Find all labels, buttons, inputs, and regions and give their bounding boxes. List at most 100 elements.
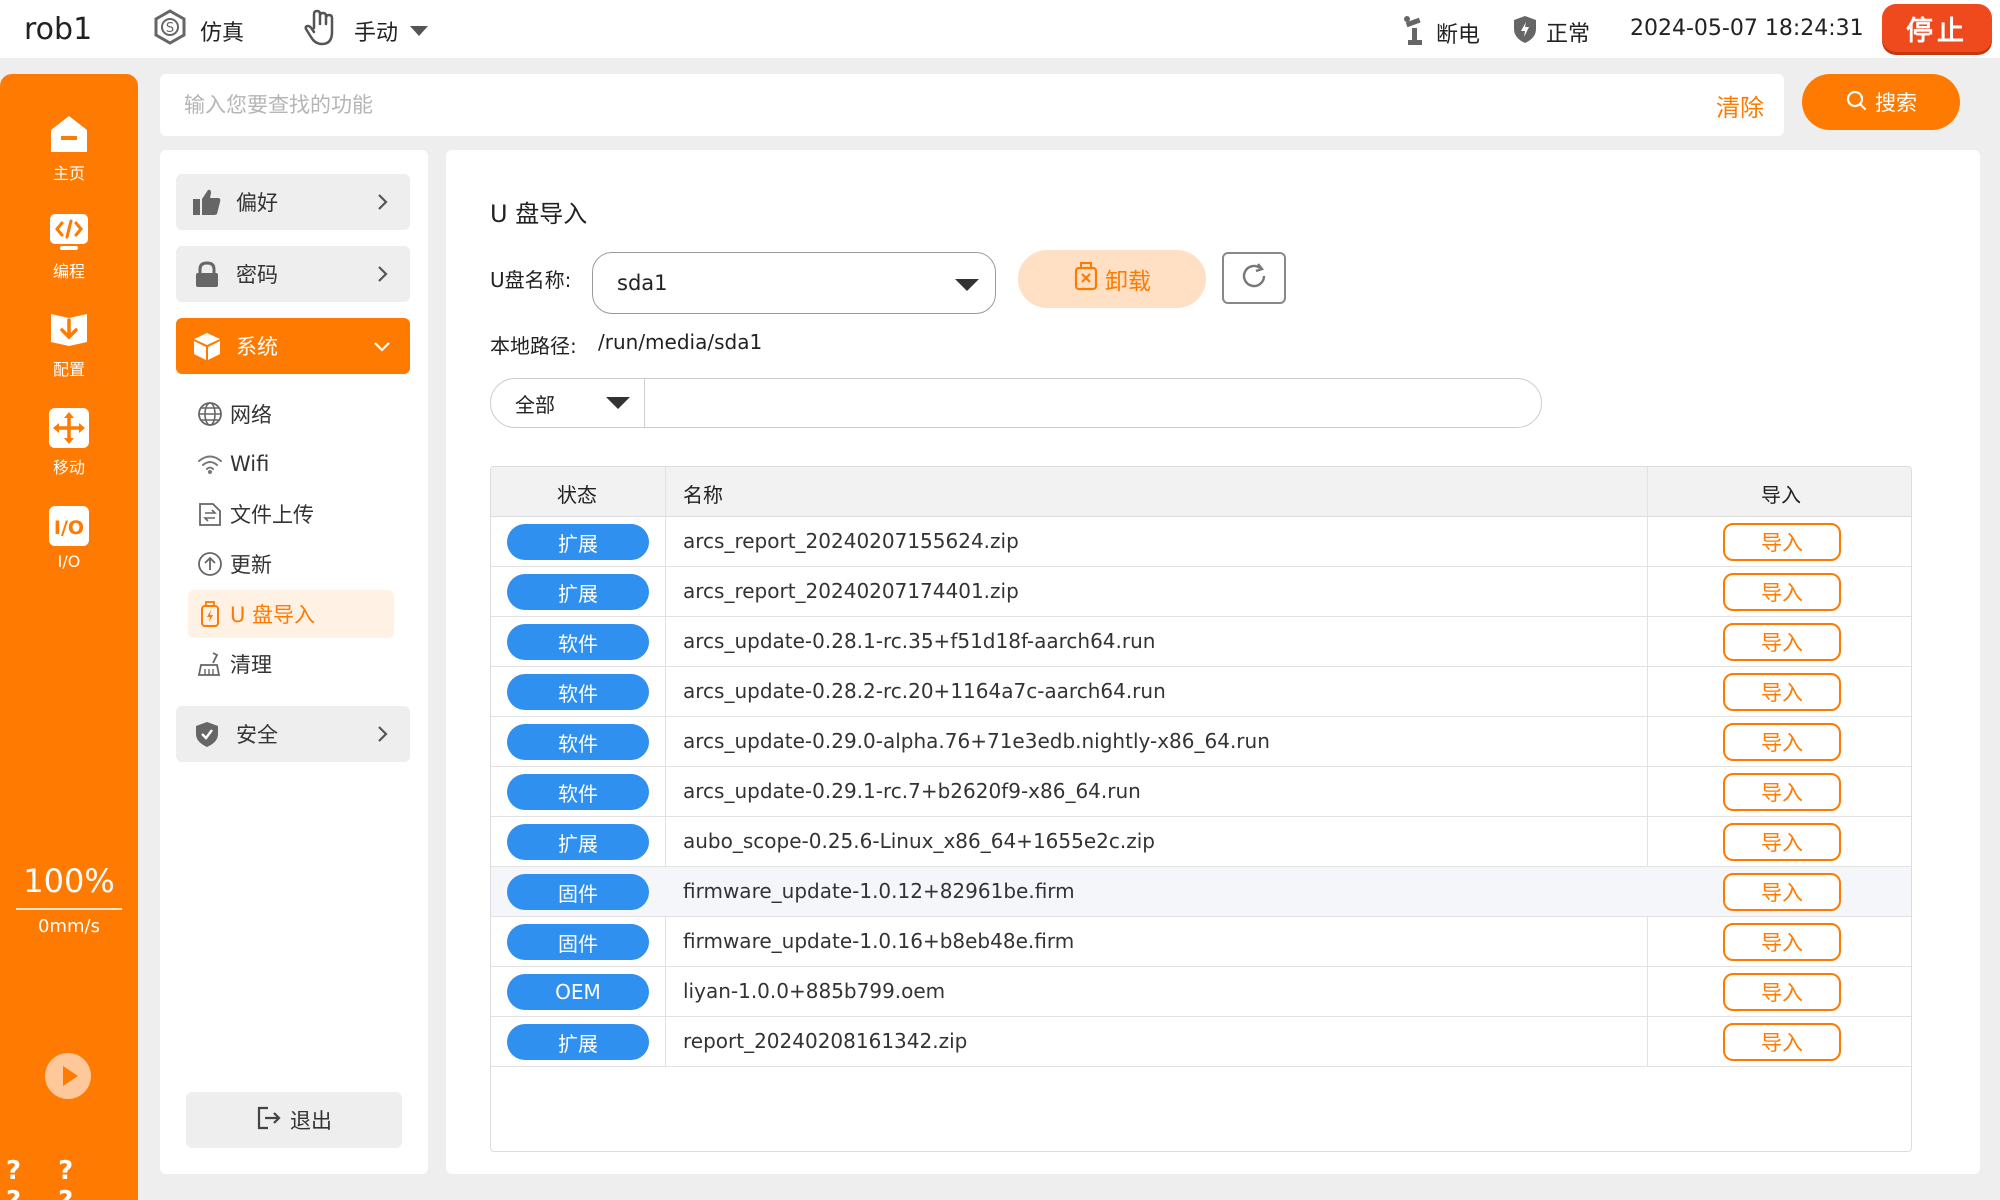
nav-item-programming[interactable]: 编程: [0, 210, 138, 282]
simulation-toggle[interactable]: S 仿真: [150, 8, 244, 54]
sidebar-item-label: 更新: [230, 553, 272, 577]
status-badge: 软件: [507, 624, 649, 660]
datetime: 2024-05-07 18:24:31: [1630, 16, 1864, 41]
file-name: aubo_scope-0.25.6-Linux_x86_64+1655e2c.z…: [683, 829, 1155, 853]
table-row[interactable]: 固件 firmware_update-1.0.16+b8eb48e.firm 导入: [491, 917, 1911, 967]
import-button[interactable]: 导入: [1723, 1023, 1841, 1061]
shield-check-icon: [192, 719, 222, 749]
unmount-button[interactable]: 卸载: [1018, 250, 1206, 308]
file-name: report_20240208161342.zip: [683, 1029, 968, 1053]
mode-dropdown[interactable]: 手动: [300, 6, 430, 56]
menu-category-preference[interactable]: 偏好: [176, 174, 410, 230]
chevron-down-icon: [408, 19, 430, 44]
sidebar-item-update[interactable]: 更新: [188, 540, 394, 588]
sidebar-item-file-upload[interactable]: 文件上传: [188, 490, 394, 538]
sidebar-item-label: 网络: [230, 403, 272, 427]
table-row[interactable]: 扩展 arcs_report_20240207174401.zip 导入: [491, 567, 1911, 617]
file-name: firmware_update-1.0.12+82961be.firm: [683, 879, 1075, 903]
sidebar-item-network[interactable]: 网络: [188, 390, 394, 438]
file-name: arcs_update-0.29.1-rc.7+b2620f9-x86_64.r…: [683, 779, 1141, 803]
nav-item-config[interactable]: 配置: [0, 308, 138, 380]
filter-input[interactable]: [651, 387, 1521, 419]
chevron-down-icon: [606, 397, 630, 409]
usb-device-select[interactable]: sda1: [592, 252, 996, 314]
sidebar-item-label: 清理: [230, 653, 272, 677]
refresh-icon: [1239, 261, 1269, 295]
table-row[interactable]: 软件 arcs_update-0.28.1-rc.35+f51d18f-aarch…: [491, 617, 1911, 667]
import-button[interactable]: 导入: [1723, 923, 1841, 961]
import-button[interactable]: 导入: [1723, 573, 1841, 611]
file-name: arcs_update-0.28.2-rc.20+1164a7c-aarch64…: [683, 679, 1166, 703]
menu-category-password[interactable]: 密码: [176, 246, 410, 302]
power-status-label: 断电: [1436, 23, 1481, 48]
import-button[interactable]: 导入: [1723, 973, 1841, 1011]
file-name: arcs_report_20240207174401.zip: [683, 579, 1019, 603]
logout-label: 退出: [290, 1109, 332, 1133]
nav-label-programming: 编程: [52, 262, 85, 281]
svg-text:S: S: [166, 21, 174, 36]
status-badge: 软件: [507, 674, 649, 710]
search-input[interactable]: [184, 88, 1584, 122]
import-button[interactable]: 导入: [1723, 523, 1841, 561]
usb-import-panel: U 盘导入 U盘名称: sda1 卸载 本地路径: /run/media/sda…: [446, 150, 1980, 1174]
table-row[interactable]: 扩展 report_20240208161342.zip 导入: [491, 1017, 1911, 1067]
menu-category-label: 密码: [236, 263, 278, 287]
chevron-right-icon: [370, 190, 394, 214]
sidebar-item-label: 文件上传: [230, 503, 314, 527]
search-button[interactable]: 搜索: [1802, 74, 1960, 130]
table-row[interactable]: 软件 arcs_update-0.29.1-rc.7+b2620f9-x86_64…: [491, 767, 1911, 817]
config-icon: [47, 308, 91, 352]
chevron-right-icon: [370, 722, 394, 746]
nav-label-config: 配置: [52, 360, 85, 379]
type-filter-select[interactable]: 全部: [491, 379, 645, 427]
nav-label-io: I/O: [57, 552, 81, 571]
nav-item-home[interactable]: 主页: [0, 112, 138, 184]
main-nav: 主页 编程 配置 移动 I/O I/O 100% 0mm/s ? ?: [0, 74, 138, 1200]
import-button[interactable]: 导入: [1723, 723, 1841, 761]
robot-name[interactable]: rob1: [24, 12, 92, 47]
safety-status[interactable]: 正常: [1512, 14, 1590, 50]
table-row[interactable]: 软件 arcs_update-0.29.0-alpha.76+71e3edb.ni…: [491, 717, 1911, 767]
logout-button[interactable]: 退出: [186, 1092, 402, 1148]
menu-category-system[interactable]: 系统: [176, 318, 410, 374]
table-row[interactable]: 软件 arcs_update-0.28.2-rc.20+1164a7c-aarch…: [491, 667, 1911, 717]
settings-menu: 偏好 密码 系统 网络 Wifi 文件上传 更新 U 盘导入 清理 安全 退出: [160, 150, 428, 1174]
nav-label-home: 主页: [52, 164, 85, 183]
play-button[interactable]: [44, 1052, 92, 1100]
chevron-down-icon: [955, 279, 979, 291]
import-button[interactable]: 导入: [1723, 673, 1841, 711]
nav-label-move: 移动: [52, 458, 85, 477]
clear-button[interactable]: 清除: [1716, 88, 1764, 123]
import-button[interactable]: 导入: [1723, 773, 1841, 811]
power-status[interactable]: 断电: [1400, 14, 1480, 52]
stop-button[interactable]: 停止: [1882, 4, 1992, 52]
speed-percent[interactable]: 100%: [0, 862, 138, 900]
svg-text:I/O: I/O: [54, 517, 84, 539]
nav-item-io[interactable]: I/O I/O: [0, 504, 138, 571]
table-row[interactable]: 扩展 arcs_report_20240207155624.zip 导入: [491, 517, 1911, 567]
import-button[interactable]: 导入: [1723, 873, 1841, 911]
table-row[interactable]: 扩展 aubo_scope-0.25.6-Linux_x86_64+1655e2c…: [491, 817, 1911, 867]
globe-icon: [196, 400, 224, 428]
sidebar-item-cleanup[interactable]: 清理: [188, 640, 394, 688]
nav-item-move[interactable]: 移动: [0, 406, 138, 478]
column-header-name: 名称: [683, 483, 723, 507]
table-row[interactable]: OEM liyan-1.0.0+885b799.oem 导入: [491, 967, 1911, 1017]
refresh-button[interactable]: [1222, 252, 1286, 304]
unmount-label: 卸载: [1105, 269, 1151, 295]
sidebar-item-wifi[interactable]: Wifi: [188, 440, 394, 488]
play-icon: [45, 1053, 91, 1099]
usb-icon: [196, 600, 224, 628]
cube-icon: [192, 331, 222, 361]
logout-icon: [256, 1105, 282, 1136]
usb-name-label: U盘名称:: [490, 268, 572, 292]
search-button-label: 搜索: [1875, 91, 1917, 115]
import-button[interactable]: 导入: [1723, 623, 1841, 661]
simulation-label: 仿真: [200, 21, 245, 46]
sidebar-item-usb-import[interactable]: U 盘导入: [188, 590, 394, 638]
table-row[interactable]: 固件 firmware_update-1.0.12+82961be.firm 导入: [491, 867, 1911, 917]
status-badge: 扩展: [507, 574, 649, 610]
import-button[interactable]: 导入: [1723, 823, 1841, 861]
menu-category-security[interactable]: 安全: [176, 706, 410, 762]
file-table: 状态 名称 导入 扩展 arcs_report_20240207155624.zi…: [490, 466, 1912, 1152]
